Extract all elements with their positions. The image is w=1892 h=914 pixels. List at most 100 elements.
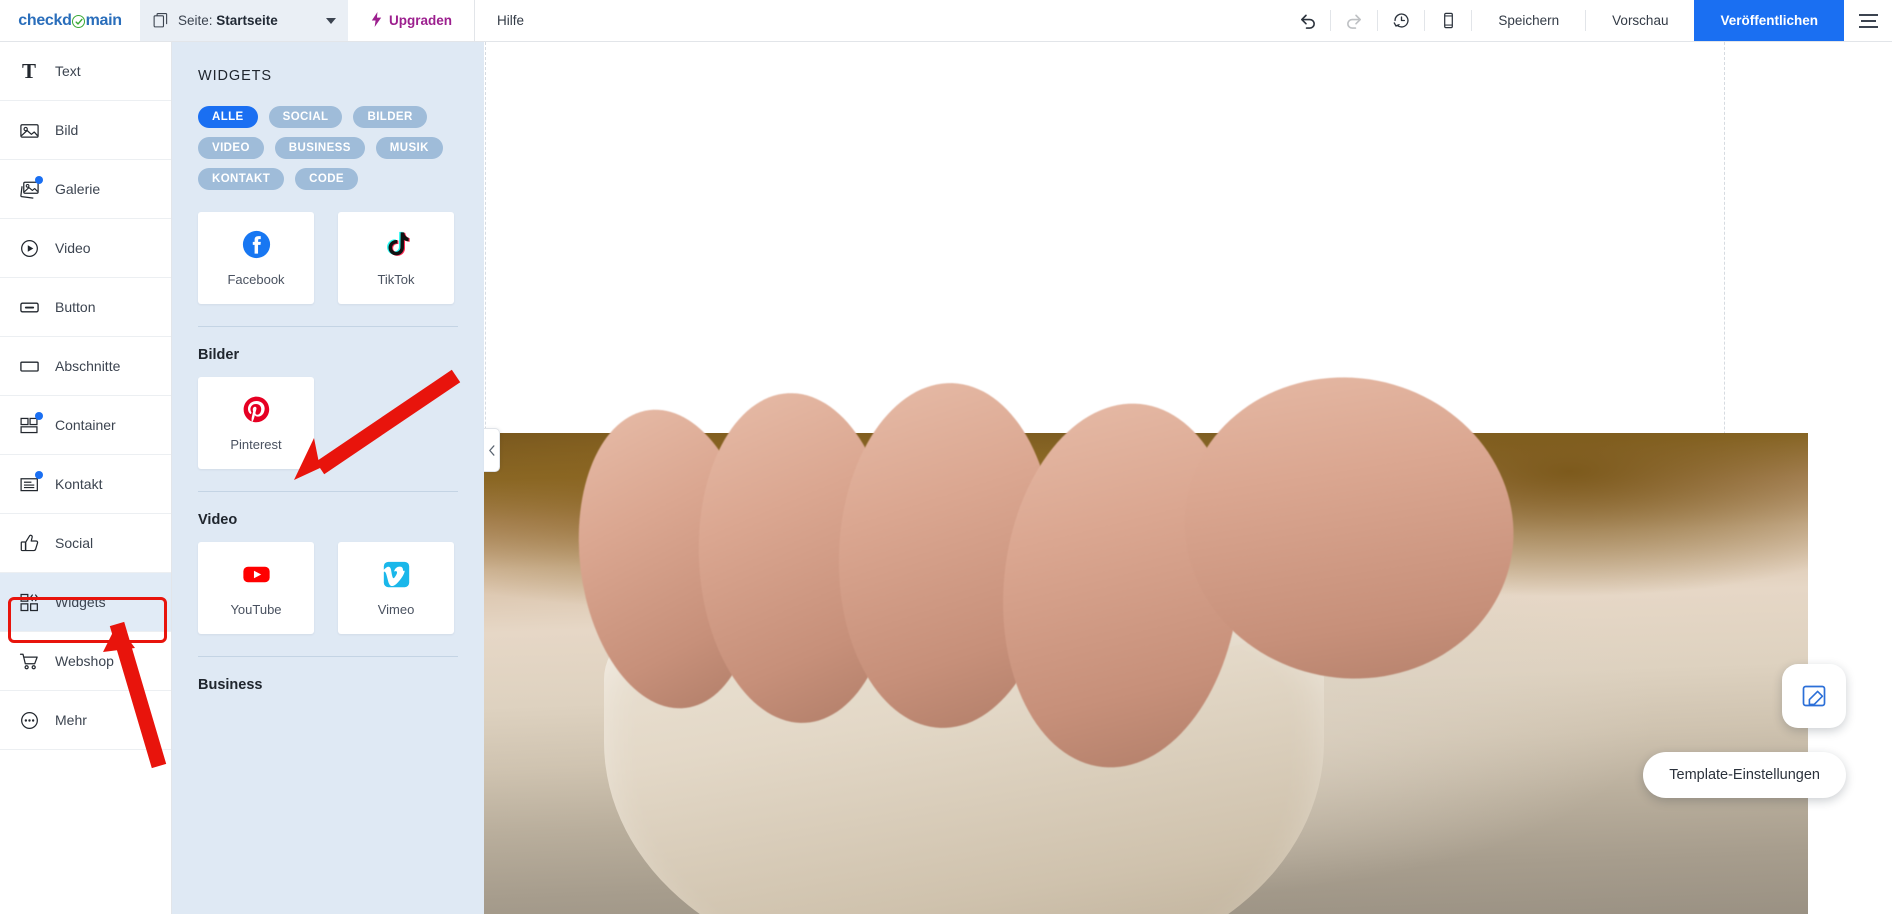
upgrade-button[interactable]: Upgraden bbox=[348, 0, 476, 41]
page-selector-value: Startseite bbox=[216, 13, 278, 28]
sidebar-item-button[interactable]: Button bbox=[0, 278, 171, 337]
sidebar-item-label: Video bbox=[55, 240, 91, 256]
widget-group-title: Business bbox=[198, 677, 263, 693]
filter-chip-business[interactable]: BUSINESS bbox=[274, 137, 365, 159]
widget-group-social: Facebook TikTok bbox=[198, 212, 458, 326]
sidebar-item-label: Kontakt bbox=[55, 476, 103, 492]
page-selector-label: Seite: Startseite bbox=[178, 13, 278, 28]
widget-card-pinterest[interactable]: Pinterest bbox=[198, 377, 314, 469]
section-divider bbox=[198, 326, 458, 327]
widget-card-label: Vimeo bbox=[377, 602, 415, 617]
widget-card-label: Pinterest bbox=[230, 437, 282, 452]
widget-group-video: Video YouTube Vimeo bbox=[198, 512, 458, 656]
widget-card-label: YouTube bbox=[230, 602, 282, 617]
filter-chip-bilder[interactable]: BILDER bbox=[353, 106, 427, 128]
redo-icon[interactable] bbox=[1331, 0, 1377, 41]
section-divider bbox=[198, 491, 458, 492]
sidebar-item-label: Webshop bbox=[55, 653, 114, 669]
help-label: Hilfe bbox=[497, 13, 525, 28]
filter-chip-musik[interactable]: MUSIK bbox=[375, 137, 443, 159]
design-palette-button[interactable] bbox=[1782, 664, 1846, 728]
filter-chip-code[interactable]: CODE bbox=[295, 168, 358, 190]
widget-card-label: TikTok bbox=[377, 272, 415, 287]
filter-chip-social[interactable]: SOCIAL bbox=[268, 106, 343, 128]
website-builder-app: checkd main Seite: Startseite Upgraden H… bbox=[0, 0, 1892, 914]
burger-line bbox=[1860, 19, 1876, 22]
sidebar-item-bild[interactable]: Bild bbox=[0, 101, 171, 160]
publish-button[interactable]: Veröffentlichen bbox=[1694, 0, 1844, 41]
image-icon bbox=[18, 119, 40, 141]
filter-chip-video[interactable]: VIDEO bbox=[198, 137, 264, 159]
sidebar-item-social[interactable]: Social bbox=[0, 514, 171, 573]
more-dots-icon bbox=[18, 709, 40, 731]
design-palette-icon bbox=[1802, 685, 1826, 707]
widget-card-tiktok[interactable]: TikTok bbox=[338, 212, 454, 304]
sections-icon bbox=[18, 355, 40, 377]
widget-filter-chips: ALLE SOCIAL BILDER VIDEO BUSINESS MUSIK … bbox=[198, 106, 458, 190]
preview-label: Vorschau bbox=[1612, 13, 1669, 28]
mobile-device-icon[interactable] bbox=[1425, 0, 1471, 41]
sidebar-item-label: Social bbox=[55, 535, 94, 551]
page-canvas[interactable]: Template-Einstellungen bbox=[484, 42, 1892, 914]
widget-card-youtube[interactable]: YouTube bbox=[198, 542, 314, 634]
lightning-bolt-icon bbox=[370, 11, 383, 30]
template-settings-button[interactable]: Template-Einstellungen bbox=[1643, 752, 1846, 798]
filter-chip-alle[interactable]: ALLE bbox=[198, 106, 258, 128]
tiktok-icon bbox=[382, 229, 411, 259]
burger-line bbox=[1858, 13, 1878, 16]
widget-group-title: Bilder bbox=[198, 347, 240, 363]
logo-text-after: main bbox=[85, 11, 122, 29]
widgets-panel: WIDGETS ALLE SOCIAL BILDER VIDEO BUSINES… bbox=[172, 42, 484, 914]
widget-group-title: Video bbox=[198, 512, 238, 528]
hero-image-pottery[interactable] bbox=[484, 349, 1808, 914]
save-label: Speichern bbox=[1498, 13, 1560, 28]
page-selector[interactable]: Seite: Startseite bbox=[140, 0, 348, 41]
text-icon: T bbox=[21, 58, 36, 83]
section-divider bbox=[198, 656, 458, 657]
sidebar-item-label: Bild bbox=[55, 122, 79, 138]
notification-badge bbox=[35, 471, 43, 479]
widget-card-row: YouTube Vimeo bbox=[198, 542, 458, 634]
sidebar-item-video[interactable]: Video bbox=[0, 219, 171, 278]
hamburger-menu-icon[interactable] bbox=[1844, 0, 1892, 41]
publish-label: Veröffentlichen bbox=[1720, 13, 1818, 28]
sidebar-item-label: Button bbox=[55, 299, 96, 315]
history-clock-icon[interactable] bbox=[1378, 0, 1424, 41]
video-play-icon bbox=[18, 237, 40, 259]
annotation-highlight-box-widgets bbox=[8, 597, 167, 643]
header-spacer bbox=[546, 0, 1284, 41]
widgets-panel-content: WIDGETS ALLE SOCIAL BILDER VIDEO BUSINES… bbox=[172, 42, 484, 693]
contact-icon bbox=[18, 471, 43, 495]
widget-card-vimeo[interactable]: Vimeo bbox=[338, 542, 454, 634]
sidebar-item-container[interactable]: Container bbox=[0, 396, 171, 455]
help-button[interactable]: Hilfe bbox=[475, 0, 546, 41]
logo-text: checkd main bbox=[18, 12, 122, 30]
burger-line bbox=[1858, 25, 1878, 28]
widget-card-facebook[interactable]: Facebook bbox=[198, 212, 314, 304]
widget-group-business: Business bbox=[198, 677, 458, 693]
sidebar-item-galerie[interactable]: Galerie bbox=[0, 160, 171, 219]
notification-badge bbox=[35, 412, 43, 420]
filter-chip-kontakt[interactable]: KONTAKT bbox=[198, 168, 285, 190]
undo-icon[interactable] bbox=[1284, 0, 1330, 41]
gallery-icon bbox=[18, 176, 43, 200]
sidebar-item-kontakt[interactable]: Kontakt bbox=[0, 455, 171, 514]
pinterest-icon bbox=[242, 394, 271, 424]
sidebar-item-label: Abschnitte bbox=[55, 358, 121, 374]
preview-button[interactable]: Vorschau bbox=[1586, 0, 1694, 41]
facebook-icon bbox=[242, 229, 271, 259]
left-sidebar: T Text Bild Galerie Video Button Abschni… bbox=[0, 42, 172, 914]
chevron-down-icon bbox=[326, 17, 336, 24]
panel-collapse-button[interactable] bbox=[484, 428, 500, 472]
sidebar-item-label: Mehr bbox=[55, 712, 87, 728]
check-circle-icon bbox=[72, 15, 86, 28]
upgrade-label: Upgraden bbox=[389, 13, 453, 28]
youtube-icon bbox=[242, 559, 271, 589]
sidebar-item-mehr[interactable]: Mehr bbox=[0, 691, 171, 750]
sidebar-item-label: Text bbox=[55, 63, 81, 79]
brand-logo[interactable]: checkd main bbox=[0, 0, 140, 41]
sidebar-item-abschnitte[interactable]: Abschnitte bbox=[0, 337, 171, 396]
save-button[interactable]: Speichern bbox=[1472, 0, 1585, 41]
sidebar-item-text[interactable]: T Text bbox=[0, 42, 171, 101]
button-icon bbox=[18, 296, 40, 318]
